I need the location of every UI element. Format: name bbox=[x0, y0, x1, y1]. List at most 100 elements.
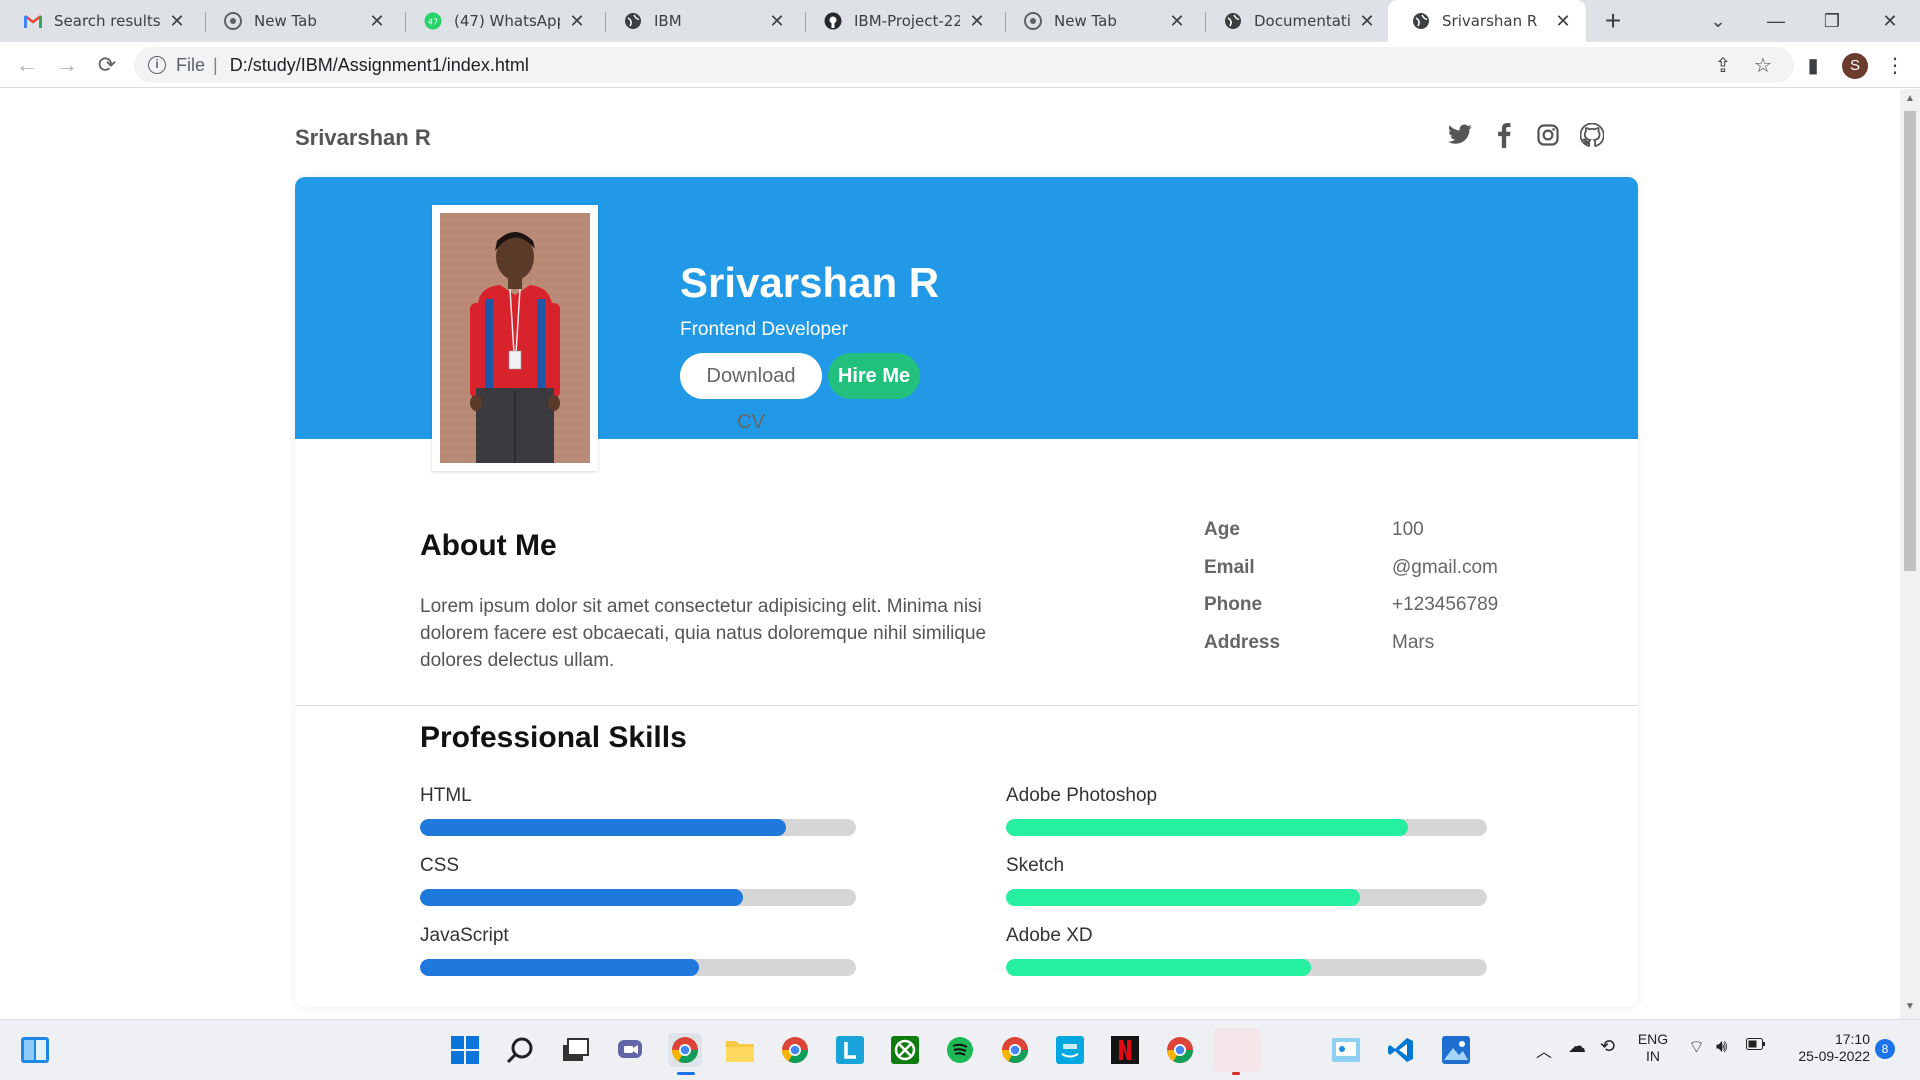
tab-new-tab-2[interactable]: New Tab ✕ bbox=[1000, 0, 1200, 42]
chrome-profile-icon[interactable] bbox=[998, 1033, 1032, 1067]
close-icon[interactable]: ✕ bbox=[568, 11, 586, 32]
teams-chat-icon[interactable] bbox=[613, 1033, 647, 1067]
page-viewport: Srivarshan R Srivarshan R Frontend Devel… bbox=[0, 89, 1900, 1019]
app-placeholder-icon[interactable] bbox=[1213, 1028, 1261, 1072]
skill-fill bbox=[420, 959, 700, 976]
tab-whatsapp[interactable]: 47 (47) WhatsApp ✕ bbox=[400, 0, 600, 42]
page-scrollbar[interactable]: ▲ ▼ bbox=[1900, 89, 1920, 1019]
spotify-icon[interactable] bbox=[943, 1033, 977, 1067]
close-icon[interactable]: ✕ bbox=[1358, 11, 1376, 32]
tab-ibm[interactable]: IBM ✕ bbox=[600, 0, 800, 42]
twitter-icon[interactable] bbox=[1446, 121, 1474, 149]
reload-button[interactable]: ⟳ bbox=[92, 50, 122, 80]
site-name: Srivarshan R bbox=[295, 125, 431, 150]
sync-icon[interactable]: ⟲ bbox=[1600, 1036, 1615, 1057]
tab-gmail[interactable]: Search results - sr ✕ bbox=[0, 0, 200, 42]
menu-icon[interactable]: ⋮ bbox=[1880, 50, 1910, 80]
about-text: Lorem ipsum dolor sit amet consectetur a… bbox=[420, 596, 987, 671]
xbox-icon[interactable] bbox=[888, 1033, 922, 1067]
onedrive-icon[interactable]: ☁ bbox=[1568, 1036, 1586, 1057]
learning-app-icon[interactable] bbox=[833, 1033, 867, 1067]
photos-icon[interactable] bbox=[1439, 1033, 1473, 1067]
chrome-icon[interactable] bbox=[778, 1033, 812, 1067]
back-button[interactable]: ← bbox=[12, 50, 42, 80]
netflix-icon[interactable] bbox=[1108, 1033, 1142, 1067]
whatsapp-icon: 47 bbox=[424, 12, 442, 30]
info-label: Phone bbox=[1204, 594, 1263, 615]
skill-track bbox=[1006, 889, 1487, 906]
share-icon[interactable]: ⇪ bbox=[1708, 50, 1738, 80]
url-text: D:/study/IBM/Assignment1/index.html bbox=[229, 54, 529, 75]
restore-button[interactable]: ❐ bbox=[1804, 0, 1860, 42]
vscode-icon[interactable] bbox=[1384, 1033, 1418, 1067]
close-icon[interactable]: ✕ bbox=[1554, 11, 1572, 32]
prime-video-icon[interactable] bbox=[1053, 1033, 1087, 1067]
info-icon[interactable]: i bbox=[148, 56, 166, 74]
notification-badge[interactable]: 8 bbox=[1875, 1039, 1895, 1059]
skill-track bbox=[420, 819, 856, 836]
tab-github-project[interactable]: IBM-Project-2280 ✕ bbox=[800, 0, 1000, 42]
close-window-button[interactable]: ✕ bbox=[1862, 0, 1918, 42]
file-explorer-icon[interactable] bbox=[723, 1033, 757, 1067]
task-view-icon[interactable] bbox=[558, 1033, 592, 1067]
skill-track bbox=[1006, 959, 1487, 976]
info-label: Address bbox=[1204, 632, 1281, 653]
wifi-icon[interactable]: ⌔ bbox=[1688, 1036, 1705, 1059]
forward-button[interactable]: → bbox=[52, 50, 82, 80]
show-hidden-icons[interactable]: ︿ bbox=[1536, 1038, 1552, 1062]
scroll-up-arrow[interactable]: ▲ bbox=[1904, 93, 1916, 104]
tab-title: (47) WhatsApp bbox=[454, 12, 560, 30]
tab-title: Search results - sr bbox=[54, 12, 160, 30]
skill-track bbox=[1006, 819, 1487, 836]
widgets-icon[interactable] bbox=[18, 1033, 52, 1067]
close-icon[interactable]: ✕ bbox=[968, 11, 986, 32]
tab-new-tab[interactable]: New Tab ✕ bbox=[200, 0, 400, 42]
minimize-button[interactable]: — bbox=[1748, 0, 1804, 42]
side-panel-icon[interactable]: ▮ bbox=[1798, 50, 1828, 80]
chrome-icon bbox=[224, 12, 242, 30]
tab-srivarshan[interactable]: Srivarshan R ✕ bbox=[1388, 0, 1586, 42]
language-indicator[interactable]: ENG IN bbox=[1636, 1031, 1670, 1065]
info-label: Age bbox=[1204, 519, 1240, 540]
search-icon[interactable] bbox=[503, 1033, 537, 1067]
tab-documentation[interactable]: Documentation fo ✕ bbox=[1200, 0, 1390, 42]
skill-javascript: JavaScript bbox=[420, 925, 856, 985]
github-icon[interactable] bbox=[1578, 121, 1606, 149]
tab-search-icon[interactable]: ⌄ bbox=[1690, 0, 1746, 42]
download-cv-button[interactable]: Download CV bbox=[680, 353, 822, 433]
instagram-icon[interactable] bbox=[1534, 121, 1562, 149]
scroll-down-arrow[interactable]: ▼ bbox=[1904, 1001, 1916, 1012]
skills-title: Professional Skills bbox=[420, 721, 687, 754]
skill-name: Adobe XD bbox=[1006, 925, 1093, 946]
close-icon[interactable]: ✕ bbox=[368, 11, 386, 32]
close-icon[interactable]: ✕ bbox=[1168, 11, 1186, 32]
skill-name: Adobe Photoshop bbox=[1006, 785, 1158, 806]
separator: | bbox=[213, 54, 218, 75]
battery-icon[interactable] bbox=[1746, 1037, 1766, 1053]
start-icon[interactable] bbox=[448, 1033, 482, 1067]
new-tab-button[interactable]: + bbox=[1598, 6, 1628, 36]
skill-track bbox=[420, 959, 856, 976]
skill-css: CSS bbox=[420, 855, 856, 915]
clock[interactable]: 17:10 25-09-2022 bbox=[1780, 1031, 1870, 1065]
close-icon[interactable]: ✕ bbox=[768, 11, 786, 32]
volume-icon[interactable]: 🔊︎ bbox=[1716, 1036, 1727, 1057]
scheme-label: File bbox=[176, 54, 206, 75]
active-indicator bbox=[677, 1072, 695, 1075]
close-icon[interactable]: ✕ bbox=[168, 11, 186, 32]
hire-me-button[interactable]: Hire Me bbox=[828, 353, 920, 399]
scroll-thumb[interactable] bbox=[1904, 111, 1916, 571]
skill-fill bbox=[1006, 889, 1360, 906]
chrome-icon[interactable] bbox=[1163, 1033, 1197, 1067]
bookmark-star-icon[interactable]: ☆ bbox=[1748, 50, 1778, 80]
snipping-tool-icon[interactable] bbox=[1329, 1033, 1363, 1067]
address-bar[interactable]: i File | D:/study/IBM/Assignment1/index.… bbox=[134, 47, 1794, 83]
profile-photo-frame bbox=[432, 205, 598, 471]
tab-title: IBM-Project-2280 bbox=[854, 12, 960, 30]
info-value: 100 bbox=[1392, 519, 1424, 540]
chrome-taskbar-icon[interactable] bbox=[668, 1033, 702, 1067]
facebook-icon[interactable] bbox=[1490, 121, 1518, 149]
skill-name: CSS bbox=[420, 855, 460, 876]
info-value: @gmail.com bbox=[1392, 557, 1498, 578]
profile-avatar[interactable]: S bbox=[1842, 53, 1868, 79]
